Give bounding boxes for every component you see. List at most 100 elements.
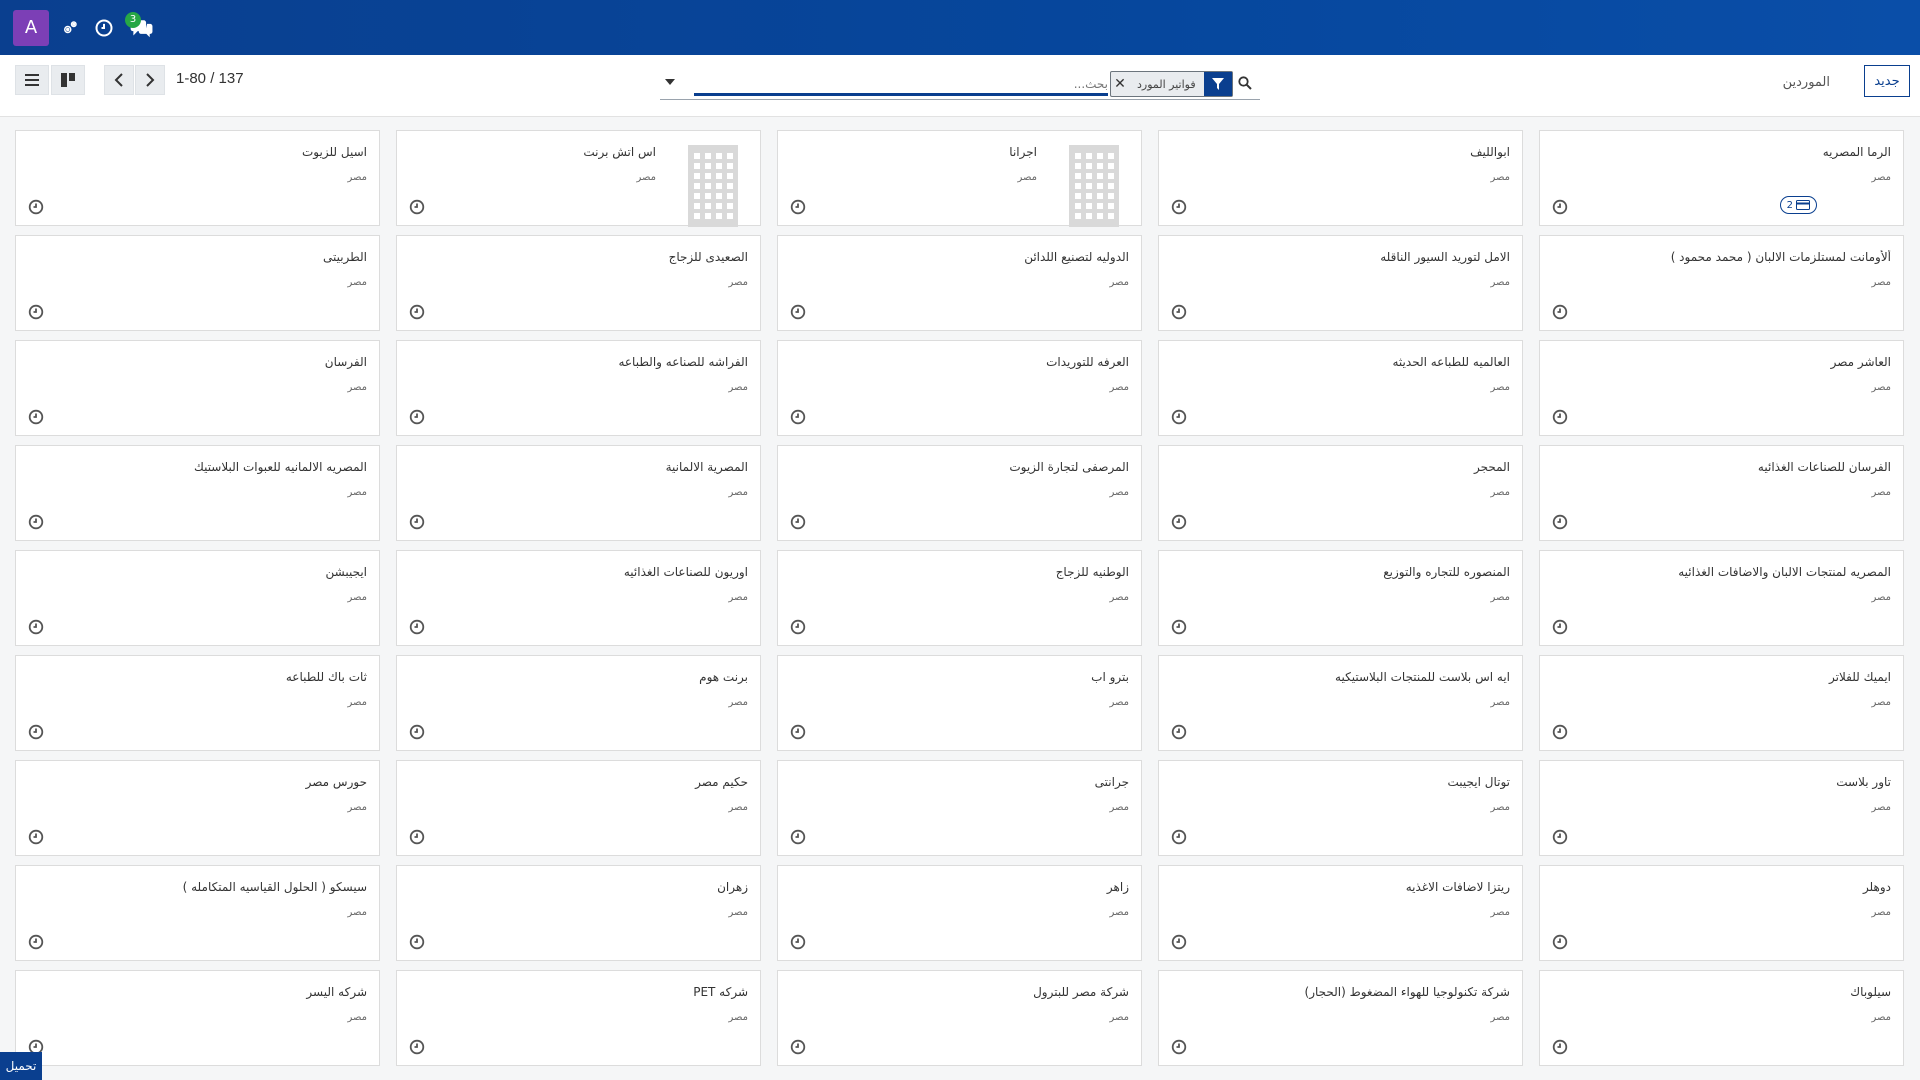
chat-icon[interactable]: 3 — [125, 11, 155, 41]
activity-clock-icon[interactable] — [1171, 1039, 1187, 1055]
activity-clock-icon[interactable] — [1171, 724, 1187, 740]
activity-clock-icon[interactable] — [1552, 619, 1568, 635]
activity-clock-icon[interactable] — [1552, 199, 1568, 215]
partner-card[interactable]: الفرسان مصر — [15, 340, 380, 436]
partner-card[interactable]: الصعيدى للزجاج مصر — [396, 235, 761, 331]
activity-clock-icon[interactable] — [1171, 304, 1187, 320]
activity-clock-icon[interactable] — [409, 1039, 425, 1055]
partner-card[interactable]: شركه اليسر مصر — [15, 970, 380, 1066]
activity-clock-icon[interactable] — [790, 1039, 806, 1055]
activity-clock-icon[interactable] — [409, 409, 425, 425]
activity-clock-icon[interactable] — [409, 304, 425, 320]
search-options-toggle[interactable] — [660, 72, 680, 92]
partner-card[interactable]: الفراشه للصناعه والطباعه مصر — [396, 340, 761, 436]
partner-card[interactable]: ايميك للفلاتر مصر — [1539, 655, 1904, 751]
pager-value[interactable]: 1-80 / 137 — [176, 70, 244, 87]
activity-clock-icon[interactable] — [409, 934, 425, 950]
activity-clock-icon[interactable] — [1552, 1039, 1568, 1055]
partner-card[interactable]: اس اتش برنت مصر — [396, 130, 761, 227]
activity-clock-icon[interactable] — [790, 409, 806, 425]
partner-card[interactable]: سيسكو ( الحلول القياسيه المتكامله ) مصر — [15, 865, 380, 961]
activity-clock-icon[interactable] — [790, 304, 806, 320]
activity-clock-icon[interactable] — [409, 724, 425, 740]
partner-card[interactable]: المصريه الالمانيه للعبوات البلاستيك مصر — [15, 445, 380, 541]
activity-clock-icon[interactable] — [1171, 934, 1187, 950]
partner-card[interactable]: ثات باك للطباعه مصر — [15, 655, 380, 751]
partner-card[interactable]: زهران مصر — [396, 865, 761, 961]
activity-clock-icon[interactable] — [28, 514, 44, 530]
activity-clock-icon[interactable] — [790, 829, 806, 845]
partner-card[interactable]: حورس مصر مصر — [15, 760, 380, 856]
partner-card[interactable]: حكيم مصر مصر — [396, 760, 761, 856]
activity-clock-icon[interactable] — [1552, 934, 1568, 950]
cogs-icon[interactable] — [57, 15, 83, 41]
partner-card[interactable]: تاور بلاست مصر — [1539, 760, 1904, 856]
partner-card[interactable]: المرصفى لتجارة الزيوت مصر — [777, 445, 1142, 541]
activity-clock-icon[interactable] — [1171, 409, 1187, 425]
partner-card[interactable]: ايه اس بلاست للمنتجات البلاستيكيه مصر — [1158, 655, 1523, 751]
activity-clock-icon[interactable] — [1171, 619, 1187, 635]
partner-card[interactable]: اوريون للصناعات الغذائيه مصر — [396, 550, 761, 646]
partner-card[interactable]: المحجر مصر — [1158, 445, 1523, 541]
activity-clock-icon[interactable] — [28, 934, 44, 950]
partner-card[interactable]: ألأومانت لمستلزمات الالبان ( محمد محمود … — [1539, 235, 1904, 331]
activity-clock-icon[interactable] — [409, 619, 425, 635]
activity-clock-icon[interactable] — [790, 724, 806, 740]
partner-card[interactable]: المصريه لمنتجات الالبان والاضافات الغذائ… — [1539, 550, 1904, 646]
new-button[interactable]: جديد — [1864, 65, 1910, 97]
activity-clock-icon[interactable] — [28, 829, 44, 845]
partner-card[interactable]: الامل لتوريد السيور الناقله مصر — [1158, 235, 1523, 331]
activity-clock-icon[interactable] — [1171, 199, 1187, 215]
pager-previous-button[interactable] — [104, 65, 134, 95]
facet-remove-button[interactable]: ✕ — [1111, 72, 1129, 96]
partner-card[interactable]: دوهلر مصر — [1539, 865, 1904, 961]
user-avatar[interactable]: A — [13, 9, 49, 46]
partner-card[interactable]: شركة تكنولوجيا للهواء المضغوط (الحجار) مص… — [1158, 970, 1523, 1066]
partner-card[interactable]: الطربيتى مصر — [15, 235, 380, 331]
activity-clock-icon[interactable] — [28, 724, 44, 740]
partner-card[interactable]: ايجيبشن مصر — [15, 550, 380, 646]
activity-clock-icon[interactable] — [28, 619, 44, 635]
activity-clock-icon[interactable] — [1171, 829, 1187, 845]
activity-clock-icon[interactable] — [1171, 514, 1187, 530]
activity-clock-icon[interactable] — [409, 514, 425, 530]
search-button[interactable] — [1234, 72, 1256, 94]
activity-clock-icon[interactable] — [409, 199, 425, 215]
clock-icon[interactable] — [91, 15, 117, 41]
activity-clock-icon[interactable] — [790, 619, 806, 635]
partner-card[interactable]: الدوليه لتصنيع اللدائن مصر — [777, 235, 1142, 331]
invoice-count-badge[interactable]: 2 — [1779, 196, 1817, 214]
partner-card[interactable]: سيلوباك مصر — [1539, 970, 1904, 1066]
partner-card[interactable]: اسيل للزيوت مصر — [15, 130, 380, 226]
partner-card[interactable]: العاشر مصر مصر — [1539, 340, 1904, 436]
activity-clock-icon[interactable] — [28, 409, 44, 425]
activity-clock-icon[interactable] — [1552, 409, 1568, 425]
activity-clock-icon[interactable] — [28, 304, 44, 320]
partner-card[interactable]: الرما المصريه مصر 2 — [1539, 130, 1904, 226]
activity-clock-icon[interactable] — [790, 934, 806, 950]
partner-card[interactable]: اجرانا مصر — [777, 130, 1142, 227]
partner-card[interactable]: شركة مصر للبترول مصر — [777, 970, 1142, 1066]
partner-card[interactable]: الوطنيه للزجاج مصر — [777, 550, 1142, 646]
list-view-button[interactable] — [15, 65, 49, 95]
pager-next-button[interactable] — [135, 65, 165, 95]
partner-card[interactable]: بترو اب مصر — [777, 655, 1142, 751]
activity-clock-icon[interactable] — [790, 514, 806, 530]
load-more-button[interactable]: تحميل — [0, 1052, 42, 1080]
partner-card[interactable]: ابوالليف مصر — [1158, 130, 1523, 226]
partner-card[interactable]: العالميه للطباعه الحديثه مصر — [1158, 340, 1523, 436]
partner-card[interactable]: ريتزا لاضافات الاغذيه مصر — [1158, 865, 1523, 961]
partner-card[interactable]: جرانتى مصر — [777, 760, 1142, 856]
activity-clock-icon[interactable] — [1552, 304, 1568, 320]
partner-card[interactable]: العرفه للتوريدات مصر — [777, 340, 1142, 436]
activity-clock-icon[interactable] — [1552, 514, 1568, 530]
kanban-view-button[interactable] — [51, 65, 85, 95]
activity-clock-icon[interactable] — [1552, 724, 1568, 740]
partner-card[interactable]: الفرسان للصناعات الغذائيه مصر — [1539, 445, 1904, 541]
partner-card[interactable]: برنت هوم مصر — [396, 655, 761, 751]
partner-card[interactable]: المصرية الالمانية مصر — [396, 445, 761, 541]
activity-clock-icon[interactable] — [790, 199, 806, 215]
search-input[interactable] — [694, 74, 1108, 96]
activity-clock-icon[interactable] — [1552, 829, 1568, 845]
activity-clock-icon[interactable] — [409, 829, 425, 845]
